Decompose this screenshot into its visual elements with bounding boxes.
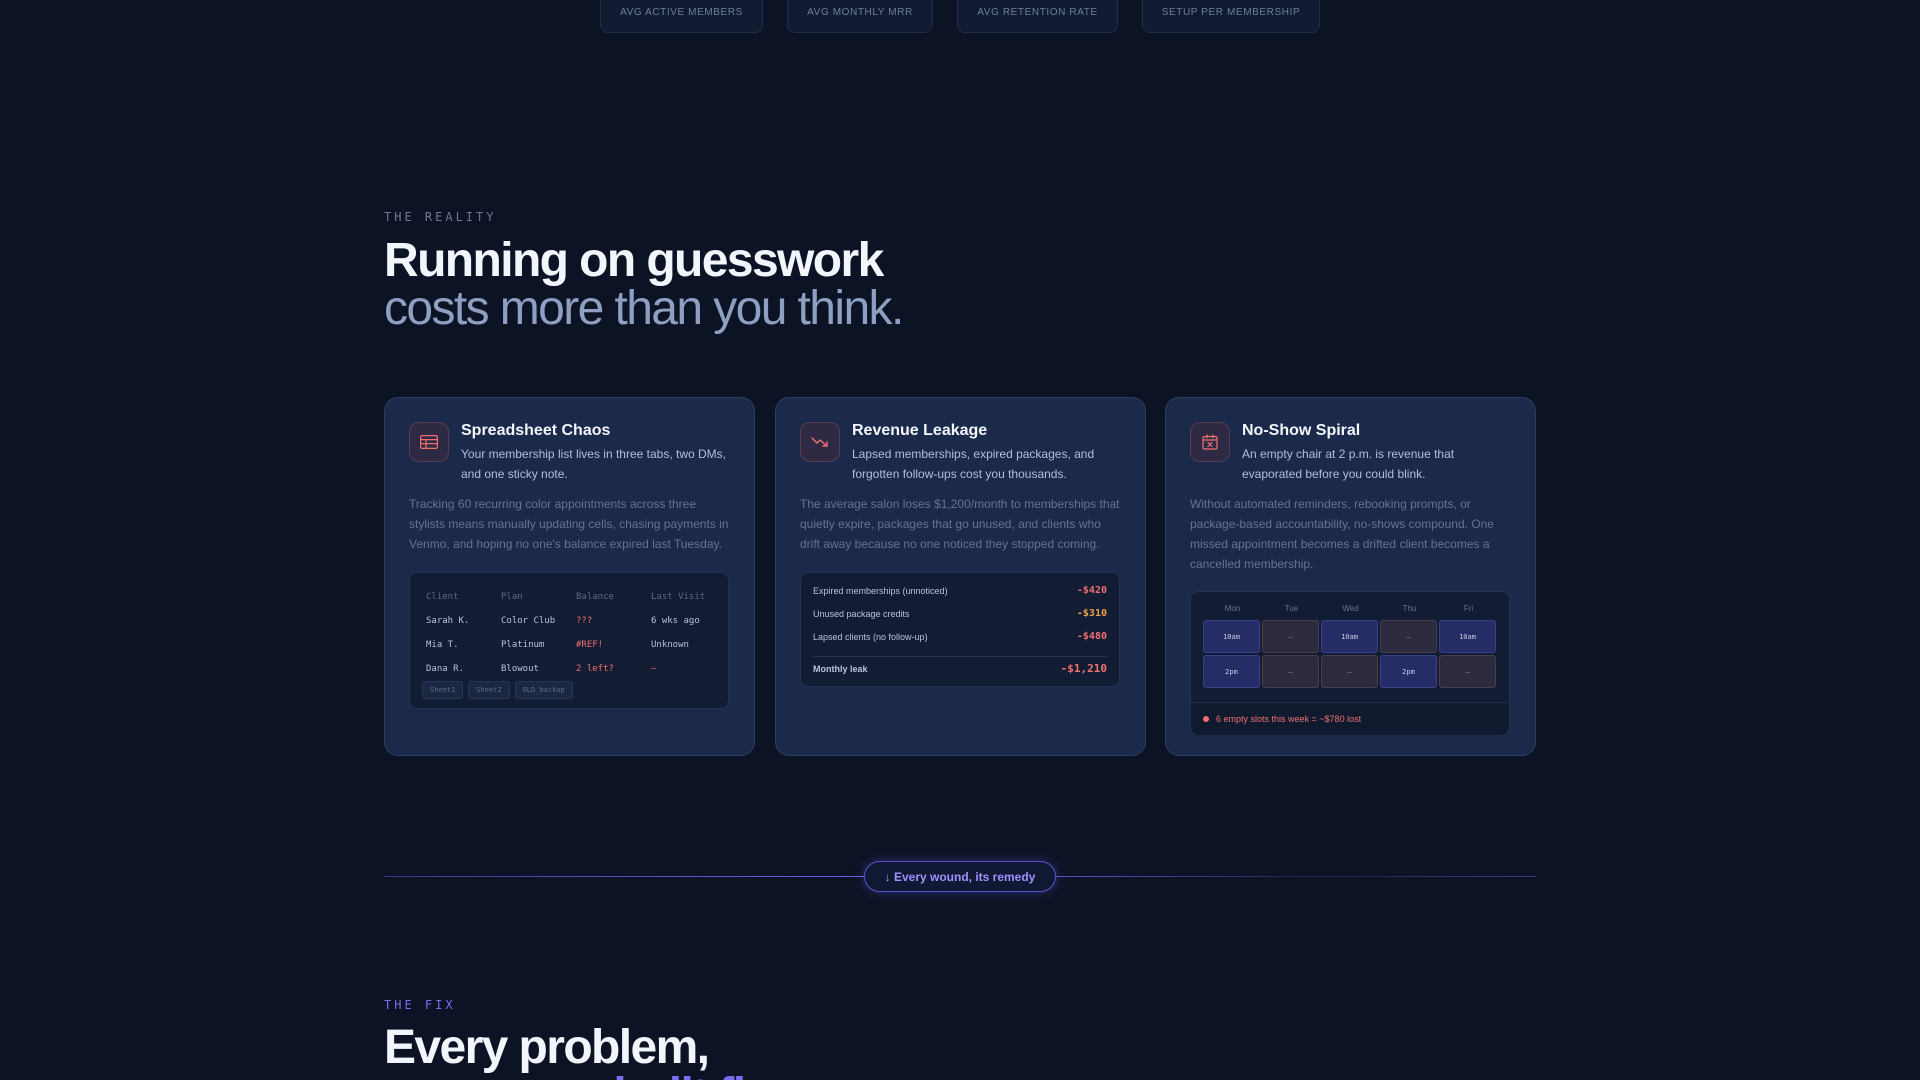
calendar-slot-empty: — bbox=[1321, 655, 1378, 688]
calendar-footer-text: 6 empty slots this week = ~$780 lost bbox=[1216, 714, 1362, 724]
leak-row: Expired memberships (unnoticed) -$420 bbox=[813, 585, 1107, 596]
leak-label: Unused package credits bbox=[813, 608, 910, 619]
calendar-slot-booked: 10am bbox=[1439, 620, 1496, 653]
leak-total-label: Monthly leak bbox=[813, 663, 868, 674]
spreadsheet-icon bbox=[409, 422, 449, 462]
no-show-calendar: Mon Tue Wed Thu Fri 10am — 10am — 10am 2… bbox=[1190, 591, 1510, 735]
fix-subheadline: a purpose-built fix. bbox=[384, 1068, 783, 1080]
calendar-day: Tue bbox=[1284, 604, 1299, 613]
leak-total-row: Monthly leak -$1,210 bbox=[813, 662, 1107, 675]
stats-tabs: AVG ACTIVE MEMBERS AVG MONTHLY MRR AVG R… bbox=[0, 0, 1920, 34]
calendar-slot-booked: 10am bbox=[1203, 620, 1260, 653]
trending-down-icon bbox=[800, 422, 840, 462]
sheet-header-cell: Last Visit bbox=[651, 592, 706, 602]
leak-label: Lapsed clients (no follow-up) bbox=[813, 631, 928, 642]
calendar-slot-booked: 2pm bbox=[1380, 655, 1437, 688]
card-revenue-leakage: Revenue Leakage Lapsed memberships, expi… bbox=[775, 397, 1146, 756]
section-divider-left bbox=[384, 876, 864, 877]
sheet-cell: Dana R. bbox=[426, 664, 464, 674]
sheet-tab: OLD_backup bbox=[514, 681, 573, 699]
sheet-cell: Sarah K. bbox=[426, 616, 470, 626]
sheet-tab: Sheet2 bbox=[468, 681, 510, 699]
leak-amount: -$480 bbox=[1076, 631, 1107, 642]
sheet-cell: #REF! bbox=[576, 640, 604, 650]
leak-row: Unused package credits -$310 bbox=[813, 608, 1107, 619]
calendar-grid: 10am — 10am — 10am 2pm — — 2pm — bbox=[1203, 620, 1496, 688]
spreadsheet-preview: Client Plan Balance Last Visit Sarah K. … bbox=[409, 572, 729, 709]
sheet-header-cell: Balance bbox=[576, 592, 614, 602]
card-title: Revenue Leakage bbox=[852, 422, 988, 439]
calendar-day: Fri bbox=[1463, 604, 1474, 613]
leak-amount: -$310 bbox=[1076, 608, 1107, 619]
calendar-slot-empty: — bbox=[1439, 655, 1496, 688]
sheet-cell: 2 left? bbox=[576, 664, 614, 674]
calendar-slot-empty: — bbox=[1262, 620, 1319, 653]
sheet-cell: Unknown bbox=[651, 640, 689, 650]
sheet-cell: Platinum bbox=[501, 640, 545, 650]
card-body: Without automated reminders, rebooking p… bbox=[1190, 497, 1494, 571]
sheet-cell: Blowout bbox=[501, 664, 539, 674]
stat-tab-setup-per-membership: SETUP PER MEMBERSHIP bbox=[1142, 0, 1320, 33]
stat-tab-monthly-mrr: AVG MONTHLY MRR bbox=[787, 0, 933, 33]
card-title: Spreadsheet Chaos bbox=[461, 422, 611, 439]
sheet-cell: 6 wks ago bbox=[651, 616, 700, 626]
calendar-day: Mon bbox=[1224, 604, 1241, 613]
table-row: Dana R. Blowout 2 left? — bbox=[426, 657, 726, 681]
stat-tab-active-members: AVG ACTIVE MEMBERS bbox=[600, 0, 763, 33]
calendar-days: Mon Tue Wed Thu Fri bbox=[1203, 604, 1498, 613]
stat-tab-retention-rate: AVG RETENTION RATE bbox=[957, 0, 1118, 33]
leak-divider bbox=[813, 656, 1107, 657]
sheet-cell: — bbox=[651, 664, 657, 674]
calendar-slot-empty: — bbox=[1262, 655, 1319, 688]
reality-subheadline: costs more than you think. bbox=[384, 282, 904, 335]
leak-total-amount: -$1,210 bbox=[1060, 662, 1107, 675]
reality-eyebrow: THE REALITY bbox=[384, 210, 497, 224]
leak-amount: -$420 bbox=[1076, 585, 1107, 596]
card-spreadsheet-chaos: Spreadsheet Chaos Your membership list l… bbox=[384, 397, 755, 756]
sheet-tabs: Sheet1 Sheet2 OLD_backup bbox=[422, 681, 573, 699]
card-subtitle: An empty chair at 2 p.m. is revenue that… bbox=[1242, 447, 1455, 481]
sheet-cell: ??? bbox=[576, 616, 593, 626]
calendar-day: Wed bbox=[1342, 604, 1359, 613]
card-title: No-Show Spiral bbox=[1242, 422, 1361, 439]
calendar-slot-booked: 2pm bbox=[1203, 655, 1260, 688]
leak-row: Lapsed clients (no follow-up) -$480 bbox=[813, 631, 1107, 642]
calendar-x-icon bbox=[1190, 422, 1230, 462]
sheet-tab: Sheet1 bbox=[422, 681, 464, 699]
calendar-slot-booked: 10am bbox=[1321, 620, 1378, 653]
sheet-header-cell: Client bbox=[426, 592, 459, 602]
table-row: Sarah K. Color Club ??? 6 wks ago bbox=[426, 609, 726, 633]
calendar-slot-empty: — bbox=[1380, 620, 1437, 653]
leak-label: Expired memberships (unnoticed) bbox=[813, 585, 948, 596]
fix-eyebrow: THE FIX bbox=[384, 998, 456, 1012]
sheet-header-row: Client Plan Balance Last Visit bbox=[426, 585, 726, 609]
card-no-show-spiral: No-Show Spiral An empty chair at 2 p.m. … bbox=[1165, 397, 1536, 756]
sheet-cell: Color Club bbox=[501, 616, 556, 626]
revenue-leak-panel: Expired memberships (unnoticed) -$420 Un… bbox=[800, 572, 1120, 687]
section-divider-right bbox=[1056, 876, 1536, 877]
sheet-header-cell: Plan bbox=[501, 592, 523, 602]
calendar-footer: 6 empty slots this week = ~$780 lost bbox=[1191, 702, 1509, 735]
card-body: The average salon loses $1,200/month to … bbox=[800, 497, 1120, 551]
card-subtitle: Your membership list lives in three tabs… bbox=[461, 447, 726, 481]
card-body: Tracking 60 recurring color appointments… bbox=[409, 497, 729, 551]
card-subtitle: Lapsed memberships, expired packages, an… bbox=[852, 447, 1095, 481]
calendar-day: Thu bbox=[1402, 604, 1417, 613]
sheet-cell: Mia T. bbox=[426, 640, 459, 650]
remedy-divider-pill: ↓ Every wound, its remedy bbox=[864, 861, 1056, 892]
table-row: Mia T. Platinum #REF! Unknown bbox=[426, 633, 726, 657]
alert-dot-icon bbox=[1203, 716, 1209, 722]
